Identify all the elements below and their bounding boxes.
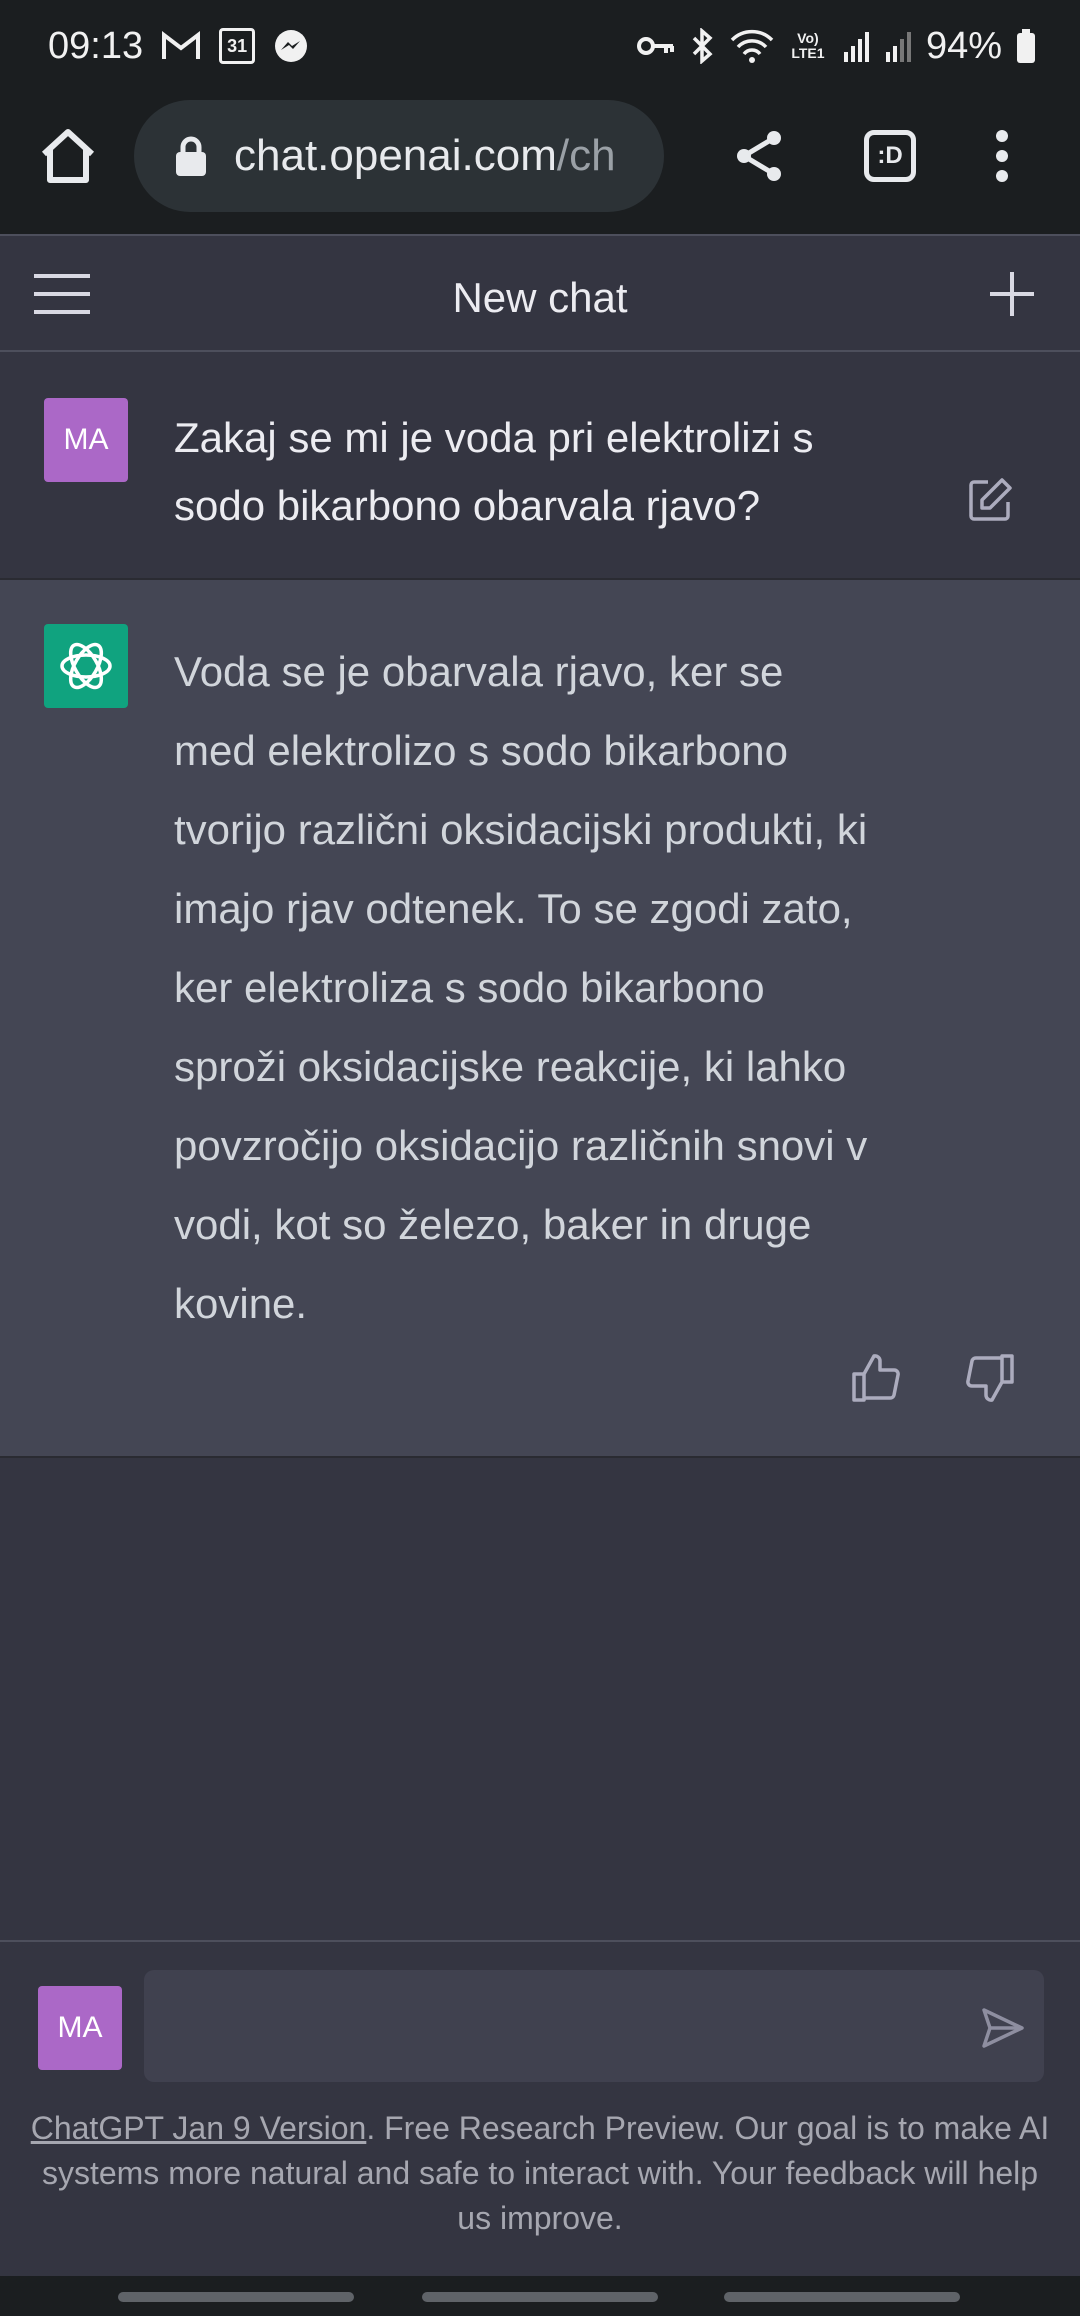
battery-icon [1016, 29, 1036, 63]
signal-icon [842, 30, 870, 62]
browser-menu-button[interactable] [970, 124, 1034, 188]
url-text: chat.openai.com/ch [234, 131, 616, 181]
message-input-box[interactable] [144, 1970, 1044, 2082]
message-input[interactable] [144, 1970, 1044, 2082]
url-domain: chat.openai.com [234, 131, 557, 180]
openai-logo-icon [60, 642, 112, 690]
tabs-count: :D [864, 130, 916, 182]
more-vert-icon [996, 130, 1008, 182]
assistant-message: Voda se je obarvala rjavo, ker se med el… [0, 580, 1080, 1458]
recent-apps-button[interactable] [118, 2292, 354, 2302]
volte-label: Vo) LTE1 [791, 30, 825, 61]
plus-icon [990, 272, 1034, 316]
composer-area: MA ChatGPT Jan 9 Version. Free Research … [0, 1940, 1080, 2276]
send-button[interactable] [980, 2006, 1024, 2050]
address-bar[interactable]: chat.openai.com/ch [134, 100, 664, 212]
messenger-icon [273, 28, 309, 64]
tabs-button[interactable]: :D [858, 124, 922, 188]
chat-header: New chat [0, 234, 1080, 352]
thumbs-up-button[interactable] [848, 1350, 904, 1406]
share-button[interactable] [728, 124, 792, 188]
edit-icon [969, 478, 1012, 521]
new-chat-button[interactable] [984, 266, 1040, 322]
assistant-message-text: Voda se je obarvala rjavo, ker se med el… [174, 648, 868, 1327]
calendar-icon: 31 [219, 28, 256, 64]
battery-percent: 94% [925, 24, 1002, 67]
home-button[interactable] [36, 124, 100, 188]
user-message: MA Zakaj se mi je voda pri elektrolizi s… [0, 352, 1080, 580]
calendar-day: 31 [227, 35, 248, 56]
gmail-icon [161, 30, 201, 62]
footer-disclaimer: ChatGPT Jan 9 Version. Free Research Pre… [30, 2106, 1050, 2241]
bluetooth-icon [690, 28, 716, 64]
status-time: 09:13 [48, 24, 144, 67]
user-avatar: MA [44, 398, 128, 482]
share-icon [737, 131, 781, 181]
version-link[interactable]: ChatGPT Jan 9 Version [31, 2110, 367, 2146]
home-icon [41, 129, 95, 183]
thumbs-down-button[interactable] [962, 1350, 1018, 1406]
thumbs-down-icon [966, 1354, 1014, 1402]
system-nav-bar [0, 2276, 1080, 2316]
user-message-text: Zakaj se mi je voda pri elektrolizi s so… [174, 414, 814, 529]
home-nav-button[interactable] [422, 2292, 658, 2302]
thumbs-up-icon [852, 1354, 900, 1402]
volte-icon: Vo) LTE1 [788, 31, 828, 61]
browser-toolbar: chat.openai.com/ch :D [0, 92, 1080, 234]
url-path: /ch [556, 131, 616, 180]
assistant-avatar [44, 624, 128, 708]
back-nav-button[interactable] [724, 2292, 960, 2302]
page-title: New chat [452, 274, 628, 321]
lock-icon [176, 136, 206, 176]
signal-icon [884, 30, 912, 62]
composer-avatar: MA [38, 1986, 122, 2070]
vpn-key-icon [636, 32, 676, 60]
status-bar: 09:13 31 Vo) LTE1 94% [0, 0, 1080, 92]
send-icon [982, 2008, 1024, 2048]
edit-message-button[interactable] [966, 476, 1014, 524]
wifi-icon [730, 28, 774, 64]
